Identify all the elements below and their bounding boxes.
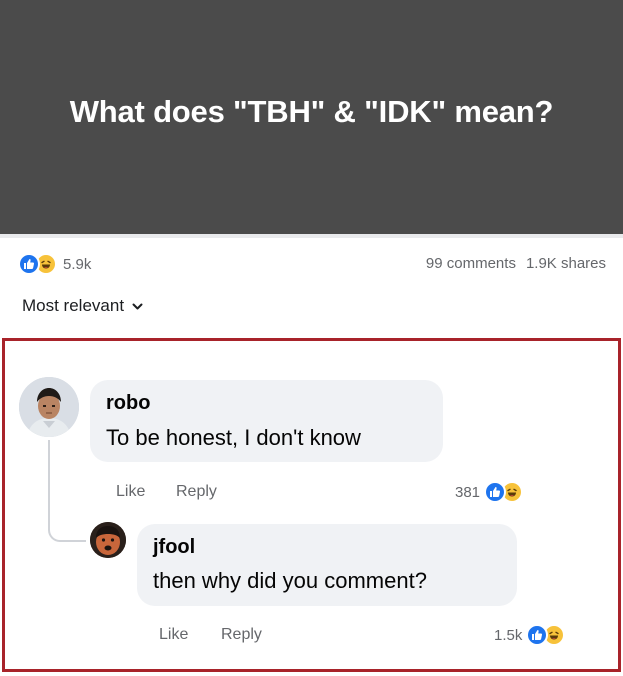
- sort-dropdown[interactable]: Most relevant: [22, 296, 143, 316]
- like-button[interactable]: Like: [116, 483, 145, 501]
- post-image-banner: What does "TBH" & "IDK" mean?: [0, 0, 623, 234]
- comments-count-link[interactable]: 99 comments: [426, 255, 516, 272]
- reply-thread-line: [48, 440, 86, 542]
- sort-label: Most relevant: [22, 296, 125, 315]
- comment-reaction-count: 381: [455, 483, 481, 501]
- like-icon: [18, 253, 40, 275]
- comment-author[interactable]: robo: [106, 392, 150, 415]
- post-reactions[interactable]: 5.9k: [18, 253, 91, 275]
- comment-text: To be honest, I don't know: [106, 425, 361, 450]
- reply-button[interactable]: Reply: [176, 483, 217, 501]
- like-button[interactable]: Like: [159, 626, 188, 644]
- post-stats-bar: 5.9k 99 comments 1.9K shares: [0, 238, 623, 288]
- reply-button[interactable]: Reply: [221, 626, 262, 644]
- like-icon: [484, 481, 507, 503]
- shares-count-link[interactable]: 1.9K shares: [526, 255, 606, 272]
- comment-reactions[interactable]: 1.5k: [494, 624, 566, 646]
- like-icon: [526, 624, 549, 646]
- comment-reaction-count: 1.5k: [494, 626, 523, 644]
- comment-reactions[interactable]: 381: [455, 481, 524, 503]
- post-title: What does "TBH" & "IDK" mean?: [69, 94, 554, 129]
- post-counts: 99 comments 1.9K shares: [426, 255, 606, 272]
- avatar[interactable]: [90, 522, 126, 558]
- avatar[interactable]: [19, 377, 79, 437]
- reaction-count: 5.9k: [63, 255, 92, 273]
- chevron-down-icon: [132, 296, 143, 316]
- comment-text: then why did you comment?: [153, 568, 427, 593]
- comment-author[interactable]: jfool: [153, 536, 195, 559]
